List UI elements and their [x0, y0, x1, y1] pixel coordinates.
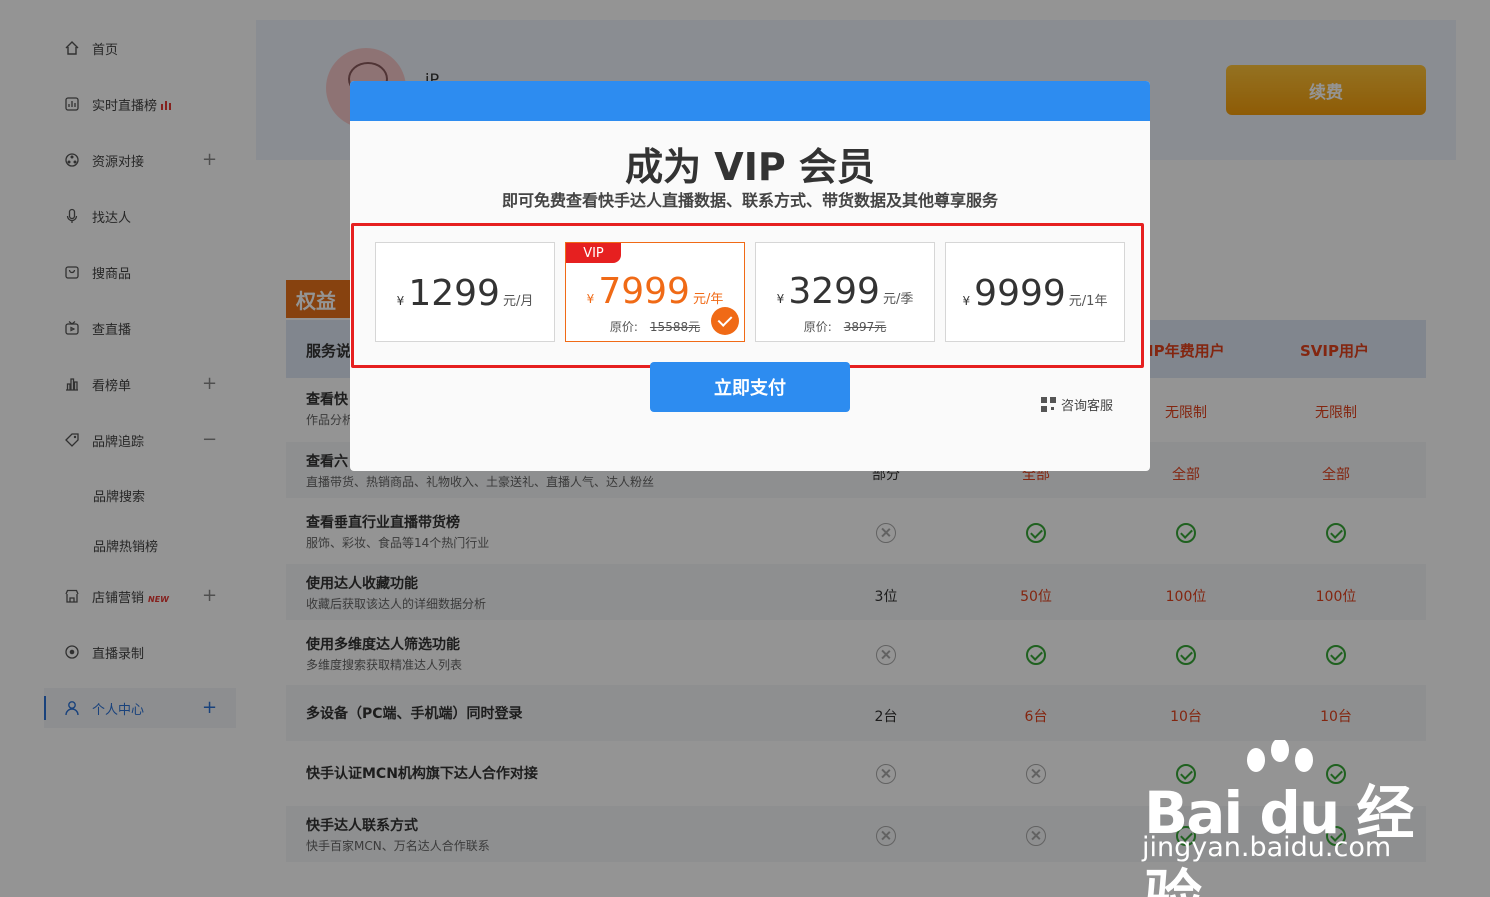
modal-title: 成为 VIP 会员: [625, 145, 875, 189]
modal-subtitle: 即可免费查看快手达人直播数据、联系方式、带货数据及其他尊享服务: [501, 191, 998, 210]
consult-label: 咨询客服: [1061, 399, 1114, 414]
consult-service-link[interactable]: 咨询客服: [1041, 395, 1113, 414]
pay-now-button[interactable]: 立即支付: [650, 362, 850, 412]
modal-header-bar: [350, 81, 1150, 121]
highlight-frame: [351, 223, 1144, 368]
qr-code-icon: [1041, 397, 1056, 412]
watermark-url: jingyan.baidu.com: [1142, 832, 1392, 863]
baidu-watermark: Bai du 经验 jingyan.baidu.com: [1140, 740, 1420, 897]
